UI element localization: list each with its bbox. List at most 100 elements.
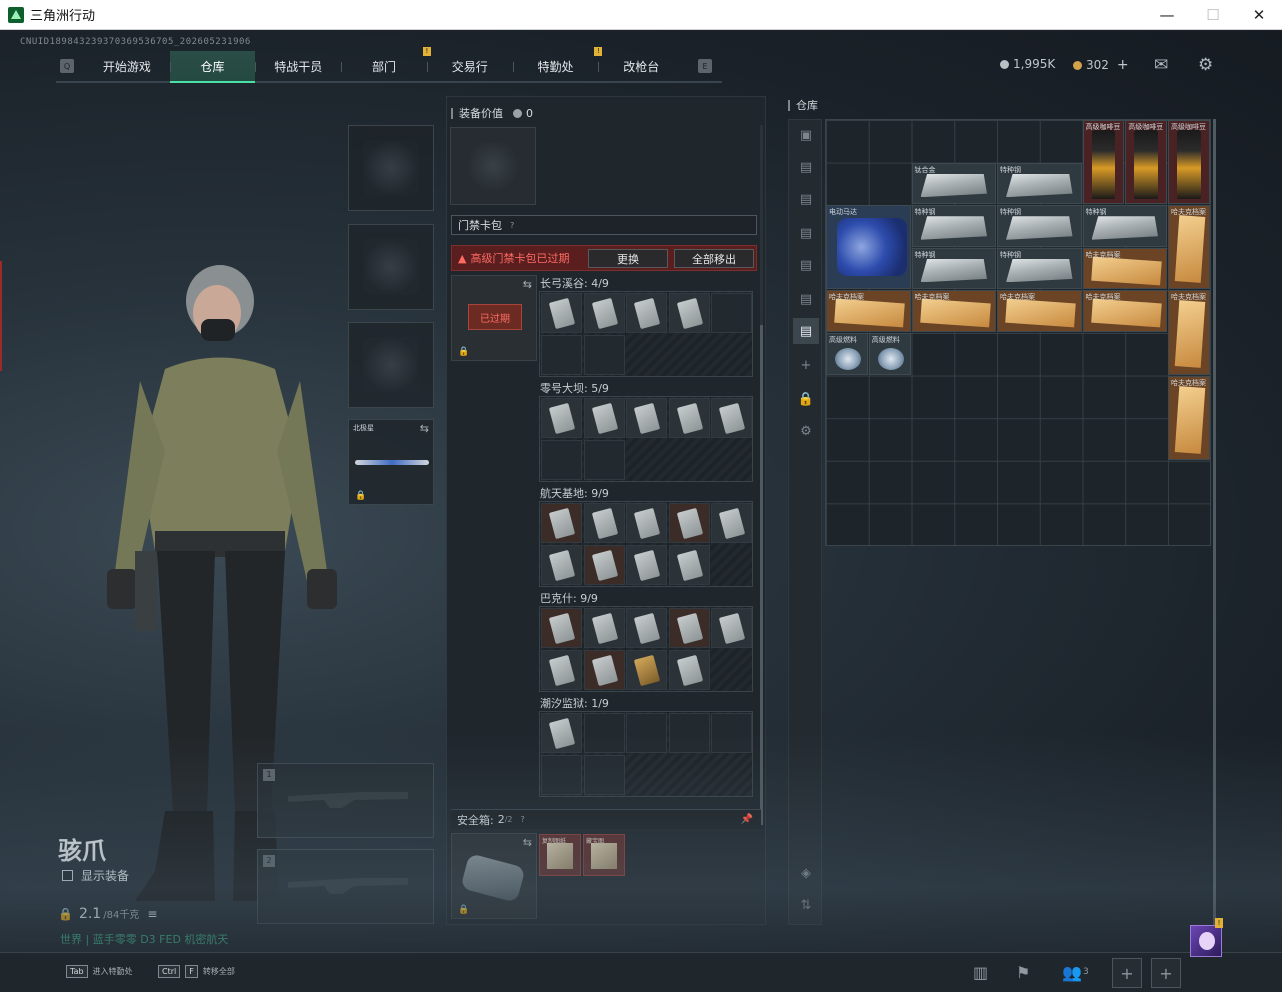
show-equipment-toggle[interactable]: 显示装备 bbox=[62, 867, 129, 884]
gear-icon[interactable]: ⚙ bbox=[1198, 55, 1213, 75]
keycard-slot[interactable] bbox=[583, 608, 625, 648]
warehouse-item-folder[interactable]: 哈夫克档案 bbox=[1168, 290, 1210, 375]
keycard-slot[interactable] bbox=[541, 650, 582, 690]
swap-icon[interactable]: ⇆ bbox=[523, 278, 532, 291]
help-icon[interactable]: ? bbox=[521, 815, 525, 824]
helmet-slot[interactable] bbox=[348, 125, 434, 211]
keycard-slot[interactable] bbox=[541, 608, 582, 648]
warehouse-item-coffee[interactable]: 高级咖啡豆 bbox=[1125, 120, 1167, 205]
warehouse-item-folder[interactable]: 哈夫克档案 bbox=[1168, 375, 1210, 460]
keycard-slot[interactable] bbox=[626, 650, 668, 690]
nav-prev-key[interactable]: Q bbox=[60, 59, 74, 73]
warehouse-item-motor[interactable]: 电动马达 bbox=[826, 205, 911, 290]
keycard-slot[interactable] bbox=[626, 503, 668, 543]
warehouse-item-coffee[interactable]: 高级咖啡豆 bbox=[1082, 120, 1125, 205]
sort-icon[interactable]: ⇅ bbox=[793, 892, 819, 918]
close-button[interactable]: ✕ bbox=[1236, 0, 1282, 30]
armor-slot[interactable] bbox=[348, 224, 434, 310]
keycard-slot[interactable] bbox=[583, 755, 625, 795]
add-currency-button[interactable]: + bbox=[1117, 57, 1129, 73]
warehouse-item-alloy[interactable]: 钛合金 bbox=[911, 162, 996, 205]
scroll-thumb[interactable] bbox=[1213, 119, 1216, 925]
backpack-filter-icon[interactable]: ▣ bbox=[793, 122, 819, 148]
keycard-slot[interactable] bbox=[583, 503, 625, 543]
tab-market[interactable]: 交易行 bbox=[426, 51, 513, 81]
warehouse-item-fuel[interactable]: 高级燃料 bbox=[826, 333, 868, 375]
keycard-slot[interactable] bbox=[541, 503, 582, 543]
primary-weapon-slot[interactable]: 1 bbox=[257, 763, 434, 838]
warehouse-item-folder[interactable]: 哈夫克档案 bbox=[1168, 205, 1210, 290]
warehouse-item-steel[interactable]: 特种钢 bbox=[997, 162, 1082, 205]
keycard-slot[interactable] bbox=[626, 713, 668, 753]
page-2-icon[interactable]: ▤ bbox=[793, 186, 819, 212]
warehouse-item-steel[interactable]: 特种钢 bbox=[911, 205, 996, 247]
warehouse-item-folder[interactable]: 哈夫克档案 bbox=[1082, 247, 1167, 290]
keycard-slot[interactable] bbox=[541, 440, 582, 480]
warehouse-item-folder[interactable]: 哈夫克档案 bbox=[997, 290, 1082, 332]
scroll-thumb[interactable] bbox=[760, 325, 763, 825]
keycard-slot[interactable] bbox=[583, 293, 625, 333]
swap-icon[interactable]: ⇆ bbox=[523, 836, 532, 849]
keycard-slot[interactable] bbox=[583, 650, 625, 690]
page-4-icon[interactable]: ▤ bbox=[793, 252, 819, 278]
warehouse-scrollbar[interactable] bbox=[1213, 119, 1216, 925]
keycard-slot[interactable] bbox=[668, 650, 710, 690]
keycard-slot[interactable] bbox=[541, 755, 582, 795]
tab-warehouse[interactable]: 仓库 bbox=[169, 51, 256, 83]
keycard-slot[interactable] bbox=[626, 398, 668, 438]
mail-icon[interactable]: ✉ bbox=[1154, 55, 1168, 75]
backpack-scrollbar[interactable] bbox=[760, 125, 763, 825]
keycard-slot[interactable] bbox=[626, 545, 668, 585]
keycard-slot[interactable] bbox=[583, 713, 625, 753]
keycard-slot[interactable] bbox=[668, 293, 710, 333]
keycard-slot[interactable] bbox=[541, 293, 582, 333]
warehouse-item-fuel[interactable]: 高级燃料 bbox=[868, 333, 911, 375]
keycard-slot[interactable] bbox=[583, 398, 625, 438]
replace-button[interactable]: 更换 bbox=[588, 249, 668, 268]
safebox-slot[interactable]: ⇆ 🔒 bbox=[451, 833, 537, 919]
keycard-bag-slot[interactable]: ⇆ 已过期 🔒 bbox=[451, 275, 537, 361]
team-icon[interactable]: 👥 bbox=[1062, 963, 1082, 982]
nav-next-key[interactable]: E bbox=[698, 59, 713, 73]
keycard-slot[interactable] bbox=[668, 713, 710, 753]
warehouse-item-steel[interactable]: 特种钢 bbox=[911, 247, 996, 290]
keycard-slot[interactable] bbox=[541, 398, 582, 438]
keycard-slot[interactable] bbox=[626, 293, 668, 333]
keycard-slot[interactable] bbox=[541, 713, 582, 753]
keycard-slot[interactable] bbox=[583, 545, 625, 585]
backpack-slot[interactable] bbox=[450, 127, 536, 205]
page-6-icon[interactable]: ▤ bbox=[793, 318, 819, 344]
player-avatar[interactable]: ! bbox=[1190, 918, 1223, 957]
safe-item-blueprint[interactable]: 复制图纸 bbox=[539, 834, 581, 876]
keycard-slot[interactable] bbox=[541, 545, 582, 585]
warehouse-item-steel[interactable]: 特种钢 bbox=[997, 247, 1082, 290]
secondary-weapon-slot[interactable]: 2 bbox=[257, 849, 434, 924]
keycard-slot[interactable] bbox=[541, 335, 582, 375]
keycard-slot[interactable] bbox=[668, 545, 710, 585]
hint-special-ops[interactable]: Tab 进入特勤处 bbox=[66, 965, 133, 978]
warehouse-item-folder[interactable]: 哈夫克档案 bbox=[911, 290, 996, 332]
page-1-icon[interactable]: ▤ bbox=[793, 154, 819, 180]
add-page-icon[interactable]: + bbox=[793, 352, 819, 378]
tab-gunsmith[interactable]: 改枪台 bbox=[598, 51, 684, 81]
remove-all-button[interactable]: 全部移出 bbox=[674, 249, 754, 268]
safe-item-treasure-map[interactable]: 藏宝图 bbox=[583, 834, 625, 876]
keycard-slot[interactable] bbox=[711, 503, 753, 543]
stats-icon[interactable]: ▥ bbox=[973, 963, 988, 982]
help-icon[interactable]: ? bbox=[510, 221, 514, 230]
tab-start-game[interactable]: 开始游戏 bbox=[84, 51, 170, 81]
minimize-button[interactable]: — bbox=[1144, 0, 1190, 30]
keycard-slot[interactable] bbox=[711, 713, 753, 753]
gear-icon[interactable]: ⚙ bbox=[793, 418, 819, 444]
melee-slot[interactable]: 北极星 ⇆ 🔒 bbox=[348, 419, 434, 505]
list-icon[interactable]: ≡ bbox=[147, 907, 157, 921]
maximize-button[interactable]: ☐ bbox=[1190, 0, 1236, 30]
keycard-slot[interactable] bbox=[711, 608, 753, 648]
page-3-icon[interactable]: ▤ bbox=[793, 220, 819, 246]
keycard-slot[interactable] bbox=[626, 608, 668, 648]
keycard-slot[interactable] bbox=[583, 440, 625, 480]
warehouse-item-steel[interactable]: 特种钢 bbox=[997, 205, 1082, 247]
keycard-slot[interactable] bbox=[711, 293, 753, 333]
invite-slot-1[interactable]: + bbox=[1112, 958, 1142, 988]
tab-operators[interactable]: 特战干员 bbox=[255, 51, 341, 81]
